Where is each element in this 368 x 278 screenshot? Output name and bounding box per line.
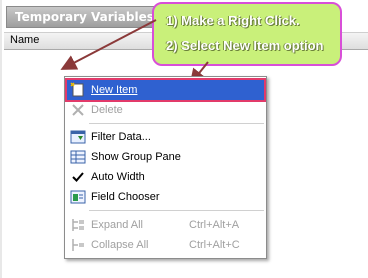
menu-item-label: New Item — [91, 84, 138, 96]
context-menu: New Item Delete Filter Data... Show Grou… — [64, 76, 267, 259]
menu-item-auto-width[interactable]: Auto Width — [67, 167, 264, 187]
callout-line-1: 1) Make a Right Click. — [166, 13, 300, 28]
delete-x-icon — [72, 104, 84, 116]
callout-line-2: 2) Select New Item option — [166, 38, 324, 53]
menu-item-label: Filter Data... — [91, 131, 151, 143]
instruction-callout: 1) Make a Right Click. 2) Select New Ite… — [152, 2, 342, 66]
menu-item-label: Collapse All — [91, 239, 149, 251]
collapse-all-icon — [72, 239, 84, 251]
menu-item-label: Field Chooser — [91, 191, 160, 203]
menu-item-filter-data[interactable]: Filter Data... — [67, 127, 264, 147]
menu-item-delete[interactable]: Delete — [67, 100, 264, 120]
menu-item-new-item[interactable]: New Item — [65, 78, 266, 102]
expand-all-icon — [72, 219, 84, 231]
menu-item-label: Delete — [91, 104, 123, 116]
menu-item-collapse-all[interactable]: Collapse All Ctrl+Alt+C — [67, 235, 264, 255]
menu-separator — [89, 210, 264, 211]
panel-title: Temporary Variables — [6, 6, 172, 28]
menu-item-show-group-pane[interactable]: Show Group Pane — [67, 147, 264, 167]
field-chooser-icon — [70, 190, 86, 204]
menu-item-shortcut: Ctrl+Alt+A — [189, 219, 240, 231]
column-header-name[interactable]: Name — [10, 34, 39, 46]
new-document-icon — [70, 82, 84, 97]
menu-item-expand-all[interactable]: Expand All Ctrl+Alt+A — [67, 215, 264, 235]
filter-icon — [70, 130, 86, 144]
menu-item-field-chooser[interactable]: Field Chooser — [67, 187, 264, 207]
menu-item-label: Show Group Pane — [91, 151, 181, 163]
group-pane-icon — [70, 150, 86, 164]
menu-item-label: Expand All — [91, 219, 143, 231]
menu-separator — [89, 123, 264, 124]
menu-item-shortcut: Ctrl+Alt+C — [189, 239, 240, 251]
menu-item-label: Auto Width — [91, 171, 145, 183]
checkmark-icon — [72, 172, 84, 182]
